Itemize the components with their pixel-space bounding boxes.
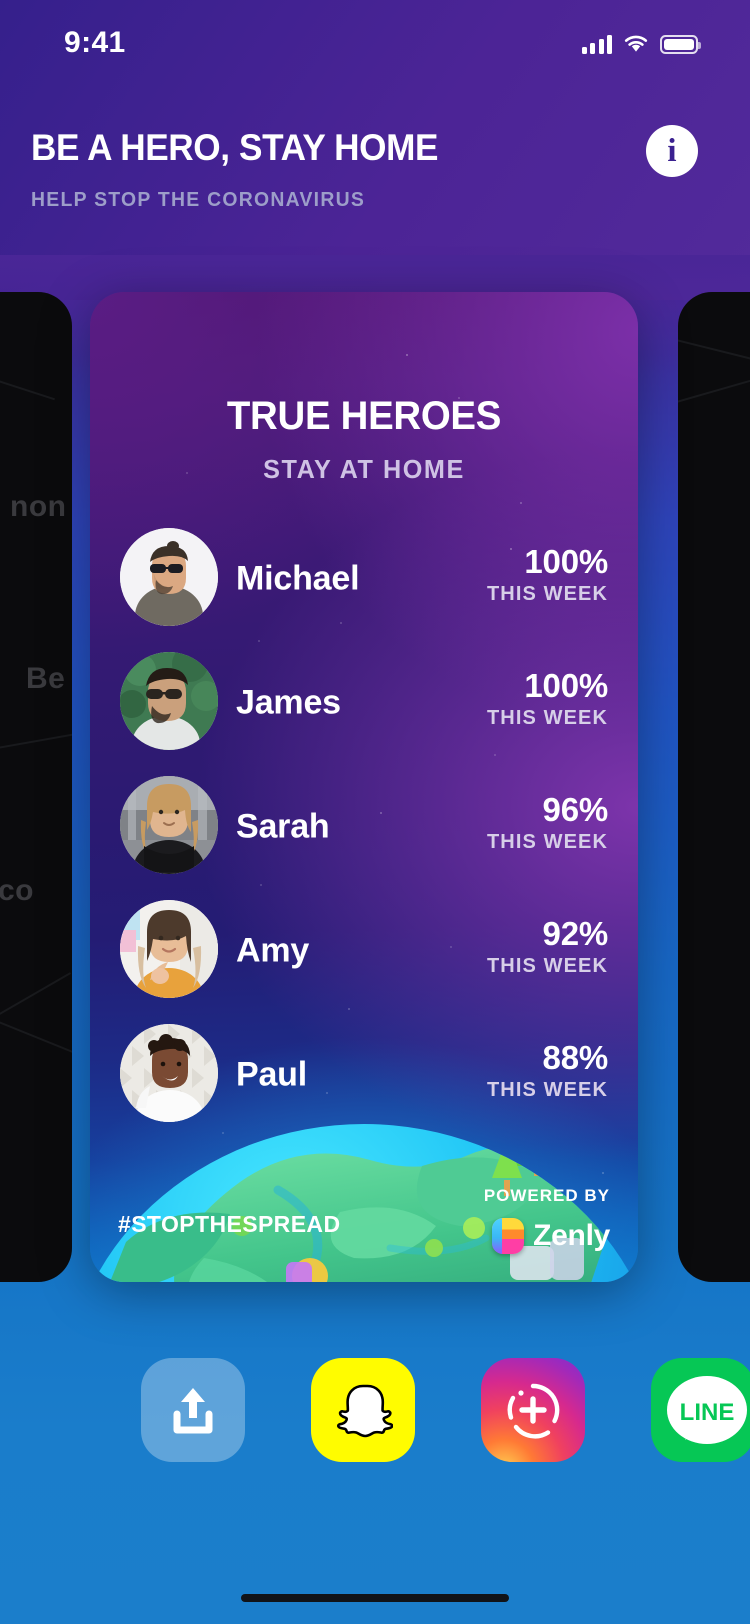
map-label: co — [0, 874, 35, 907]
list-item[interactable]: James 100% THIS WEEK — [90, 641, 638, 765]
page-title: BE A HERO, STAY HOME — [31, 127, 439, 168]
status-bar: 9:41 — [0, 0, 750, 96]
hero-percent: 100% — [524, 543, 608, 580]
share-upload-icon — [173, 1388, 213, 1434]
hero-percent: 88% — [542, 1039, 609, 1076]
page-subtitle: HELP STOP THE CORONAVIRUS — [31, 189, 366, 211]
hero-period: THIS WEEK — [486, 955, 608, 977]
snapchat-share-button[interactable] — [311, 1358, 415, 1462]
heroes-list: Michael 100% THIS WEEK James 100% THIS W… — [90, 517, 638, 1137]
hero-name: Paul — [236, 1055, 308, 1094]
avatar-james — [120, 652, 218, 750]
hero-period: THIS WEEK — [486, 583, 608, 605]
avatar-amy — [120, 900, 218, 998]
wifi-icon — [623, 34, 649, 54]
zenly-branding: Zenly — [492, 1218, 610, 1254]
line-icon: LINE — [667, 1376, 747, 1444]
zenly-logo-icon — [492, 1218, 525, 1254]
avatar-sarah — [120, 776, 218, 874]
hero-name: Michael — [236, 559, 360, 598]
info-icon[interactable]: i — [646, 125, 698, 177]
zenly-brand-name: Zenly — [533, 1219, 610, 1252]
avatar-michael — [120, 528, 218, 626]
previous-card-peek[interactable]: non Be co — [0, 292, 72, 1282]
line-share-button[interactable]: LINE — [651, 1358, 750, 1462]
hero-percent: 100% — [524, 667, 608, 704]
true-heroes-card[interactable]: TRUE HEROES STAY AT HOME Michael 100% TH… — [90, 292, 638, 1282]
powered-by-label: POWERED BY — [483, 1186, 610, 1205]
map-label: non — [10, 490, 67, 523]
instagram-story-share-button[interactable] — [481, 1358, 585, 1462]
svg-text:LINE: LINE — [680, 1399, 735, 1426]
map-label: Be — [26, 662, 66, 695]
status-bar-indicators — [581, 30, 701, 58]
hero-percent: 96% — [542, 791, 609, 828]
list-item[interactable]: Amy 92% THIS WEEK — [90, 889, 638, 1013]
signal-bars-icon — [581, 34, 612, 54]
hero-name: James — [236, 683, 341, 722]
avatar-paul — [120, 1024, 218, 1122]
instagram-story-add-icon — [507, 1383, 560, 1439]
next-card-peek[interactable] — [678, 292, 750, 1282]
share-button[interactable] — [141, 1358, 245, 1462]
list-item[interactable]: Michael 100% THIS WEEK — [90, 517, 638, 641]
home-indicator — [241, 1594, 509, 1602]
status-bar-time: 9:41 — [64, 26, 126, 59]
share-buttons-row: LINE — [0, 1358, 750, 1473]
battery-full-icon — [660, 34, 701, 54]
card-title: TRUE HEROES — [226, 394, 502, 438]
hero-period: THIS WEEK — [486, 1079, 608, 1101]
hero-period: THIS WEEK — [486, 707, 608, 729]
info-icon-glyph: i — [667, 133, 677, 169]
list-item[interactable]: Sarah 96% THIS WEEK — [90, 765, 638, 889]
hero-period: THIS WEEK — [486, 831, 608, 853]
hashtag-label: #STOPTHESPREAD — [118, 1211, 341, 1237]
app-screen: 9:41 BE A HERO, STAY HOME HELP STOP THE … — [0, 0, 750, 1624]
hero-name: Sarah — [236, 807, 330, 846]
snapchat-ghost-icon — [336, 1384, 393, 1438]
hero-percent: 92% — [542, 915, 609, 952]
card-subtitle: STAY AT HOME — [263, 454, 465, 484]
hero-name: Amy — [236, 931, 310, 970]
list-item[interactable]: Paul 88% THIS WEEK — [90, 1013, 638, 1137]
